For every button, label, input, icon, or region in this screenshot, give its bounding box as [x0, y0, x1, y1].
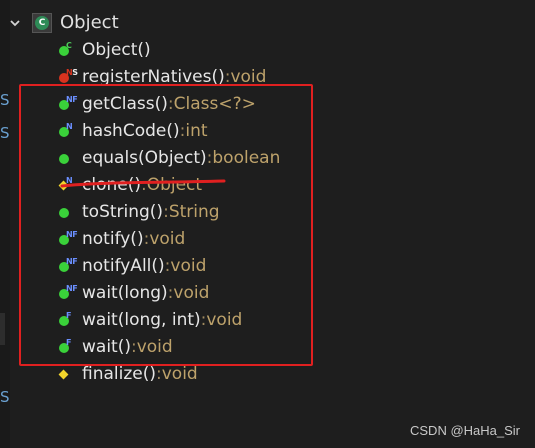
- protected-method-icon: N: [58, 176, 76, 194]
- member-name: equals(Object): [82, 147, 207, 168]
- member-type: Class<?>: [173, 93, 256, 114]
- member-name: wait(long, int): [82, 309, 201, 330]
- private-method-icon: NS: [58, 67, 78, 86]
- public-method-icon: C: [58, 41, 76, 59]
- outline-root-node[interactable]: C Object: [8, 10, 128, 36]
- outline-member-item[interactable]: finalize() : void: [58, 360, 518, 387]
- public-method-icon: NF: [58, 256, 78, 275]
- member-name: getClass(): [82, 93, 168, 114]
- member-type: void: [206, 309, 243, 330]
- public-method-icon: [58, 149, 76, 167]
- outline-member-item[interactable]: NF wait(long) : void: [58, 279, 518, 306]
- class-icon: C: [32, 13, 52, 33]
- outline-member-item[interactable]: NS registerNatives() : void: [58, 63, 518, 90]
- public-method-icon: NF: [58, 94, 78, 113]
- modifier-badge: NF: [66, 229, 78, 239]
- member-type: Object: [146, 174, 203, 195]
- outline-member-item[interactable]: NhashCode() : int: [58, 117, 518, 144]
- member-type: void: [149, 228, 186, 249]
- modifier-badge: F: [66, 337, 71, 347]
- modifier-badge: NF: [66, 283, 78, 293]
- outline-member-item[interactable]: C Object(): [58, 36, 518, 63]
- outline-member-item[interactable]: Fwait(long, int) : void: [58, 306, 518, 333]
- outline-member-item[interactable]: equals(Object) : boolean: [58, 144, 518, 171]
- outline-member-item[interactable]: NF getClass() : Class<?>: [58, 90, 518, 117]
- gutter-scroll-segment: [0, 313, 5, 345]
- modifier-badge: NF: [66, 94, 78, 104]
- member-name: finalize(): [82, 363, 156, 384]
- editor-gutter: S S S: [0, 0, 10, 448]
- member-type: int: [185, 120, 208, 141]
- modifier-badge: NS: [66, 67, 78, 77]
- member-name: Object(): [82, 39, 151, 60]
- modifier-badge: F: [66, 310, 71, 320]
- member-type: void: [161, 363, 198, 384]
- public-method-icon: F: [58, 338, 76, 356]
- member-type: void: [136, 336, 173, 357]
- member-type: void: [170, 255, 207, 276]
- modifier-badge: NF: [66, 256, 78, 266]
- outline-member-item[interactable]: toString() : String: [58, 198, 518, 225]
- member-type: boolean: [212, 147, 281, 168]
- member-name: notify(): [82, 228, 144, 249]
- outline-member-list: C Object() NS registerNatives() : void NF get…: [58, 36, 518, 387]
- member-name: registerNatives(): [82, 66, 225, 87]
- outline-panel: S S S C Object C Object() NS registerNative…: [0, 0, 535, 448]
- public-method-icon: N: [58, 122, 76, 140]
- public-method-icon: [58, 203, 76, 221]
- public-method-icon: NF: [58, 283, 78, 302]
- member-name: wait(): [82, 336, 131, 357]
- modifier-badge: C: [66, 40, 72, 50]
- outline-root-label: Object: [60, 12, 119, 33]
- protected-method-icon: [58, 365, 76, 383]
- gutter-mark: S: [0, 388, 10, 406]
- public-method-icon: NF: [58, 229, 78, 248]
- member-name: notifyAll(): [82, 255, 165, 276]
- gutter-mark: S: [0, 124, 10, 142]
- member-type: void: [230, 66, 267, 87]
- member-name: wait(long): [82, 282, 168, 303]
- outline-member-item[interactable]: NF notifyAll() : void: [58, 252, 518, 279]
- member-name: toString(): [82, 201, 164, 222]
- chevron-down-icon[interactable]: [8, 16, 22, 30]
- member-name: hashCode(): [82, 120, 180, 141]
- outline-member-item[interactable]: Nclone() : Object: [58, 171, 518, 198]
- member-name: clone(): [82, 174, 141, 195]
- public-method-icon: F: [58, 311, 76, 329]
- member-type: void: [173, 282, 210, 303]
- outline-member-item[interactable]: NF notify() : void: [58, 225, 518, 252]
- outline-member-item[interactable]: Fwait() : void: [58, 333, 518, 360]
- modifier-badge: N: [66, 121, 73, 131]
- gutter-mark: S: [0, 91, 10, 109]
- member-type: String: [168, 201, 220, 222]
- watermark: CSDN @HaHa_Sir: [410, 423, 520, 438]
- modifier-badge: N: [66, 175, 73, 185]
